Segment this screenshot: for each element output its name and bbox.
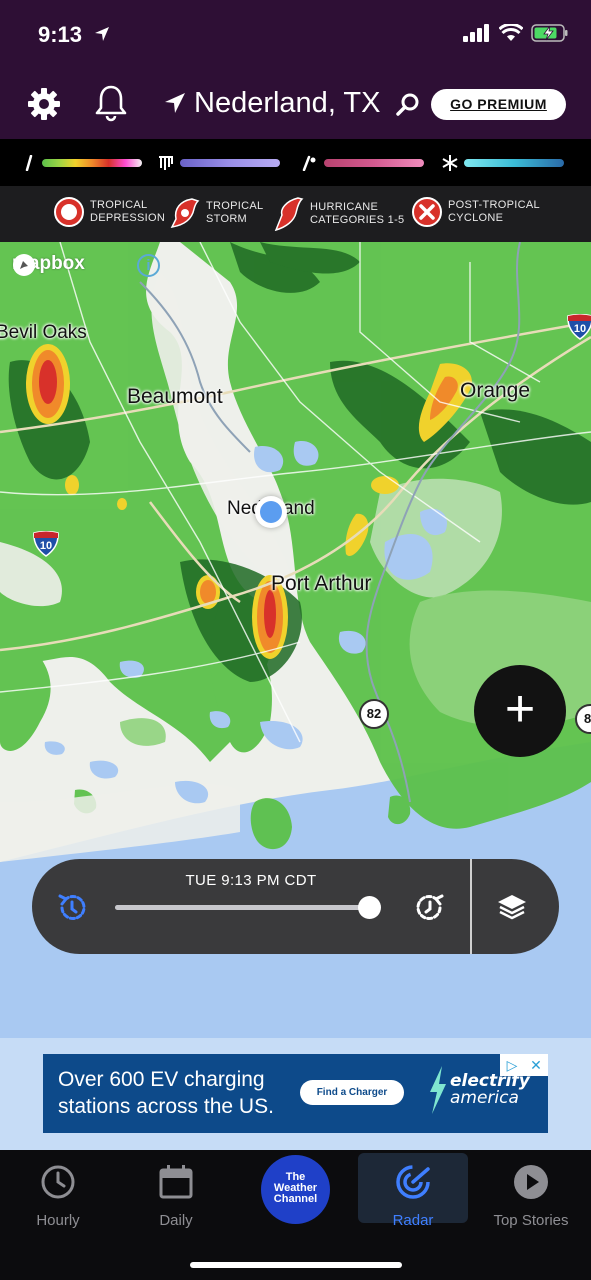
hurricane-icon	[274, 197, 304, 231]
snowflake-icon	[442, 155, 458, 171]
tab-label: Hourly	[36, 1212, 80, 1229]
hurricane-legend: HURRICANE CATEGORIES 1-5	[274, 197, 404, 231]
snow-legend	[442, 155, 564, 171]
interstate-shield-label: 10	[39, 540, 53, 552]
battery-charging-icon	[531, 24, 568, 42]
mapbox-logo-icon	[13, 254, 35, 276]
tropical-storm-legend: TROPICAL STORM	[170, 197, 263, 229]
tab-top-stories[interactable]: Top Stories	[476, 1162, 586, 1229]
ad-headline: Over 600 EV charging stations across the…	[58, 1066, 274, 1120]
map-layers-icon[interactable]	[496, 891, 528, 923]
home-indicator	[190, 1262, 402, 1268]
bottom-tab-bar: Hourly Daily The Weather Channel Radar T…	[0, 1150, 591, 1280]
timeline-time-label: TUE 9:13 PM CDT	[185, 872, 317, 889]
tropical-legend: TROPICAL DEPRESSION TROPICAL STORM HURRICA…	[0, 186, 591, 242]
clock-icon	[41, 1165, 75, 1199]
interstate-shield-label: 10	[573, 323, 587, 335]
radar-timeline-control: TUE 9:13 PM CDT	[32, 859, 559, 954]
city-label-port-arthur: Port Arthur	[271, 572, 372, 595]
go-premium-button[interactable]: GO PREMIUM	[431, 89, 566, 120]
mix-icon	[302, 155, 316, 171]
play-icon	[514, 1165, 548, 1199]
zoom-in-button[interactable]: +	[474, 665, 566, 757]
location-name[interactable]: Nederland, TX	[194, 87, 380, 120]
status-indicators	[463, 24, 569, 42]
logo-line: Channel	[273, 1193, 318, 1205]
legend-label: CATEGORIES 1-5	[310, 214, 405, 226]
signal-icon	[463, 24, 489, 42]
timeline-slider-thumb[interactable]	[358, 896, 382, 919]
tab-label: Radar	[392, 1212, 434, 1229]
mix-legend	[300, 155, 424, 171]
ad-brand-wordmark: electrify america	[450, 1073, 530, 1107]
tab-radar[interactable]: Radar	[358, 1153, 468, 1229]
tab-hourly[interactable]: Hourly	[3, 1162, 113, 1229]
mapbox-attribution[interactable]: mapbox	[12, 253, 85, 276]
ad-choices-icon[interactable]: ▷	[500, 1054, 524, 1076]
city-label-orange: Orange	[460, 379, 531, 402]
rain-icon	[25, 155, 33, 171]
legend-label: STORM	[206, 213, 248, 225]
status-time: 9:13	[38, 22, 83, 47]
current-location-marker	[255, 496, 287, 528]
notifications-bell-icon[interactable]	[94, 84, 128, 122]
tropical-storm-icon	[170, 198, 200, 228]
post-tropical-cyclone-icon	[412, 197, 442, 227]
interstate-shield-icon: 10	[32, 531, 60, 557]
ice-legend	[158, 156, 280, 170]
map-info-icon[interactable]: i	[137, 254, 160, 277]
lightning-bolt-icon	[430, 1066, 446, 1114]
post-tropical-legend: POST-TROPICAL CYCLONE	[412, 197, 540, 227]
tab-daily[interactable]: Daily	[121, 1162, 231, 1229]
ad-choices[interactable]: ▷ ✕	[500, 1054, 548, 1076]
ad-banner[interactable]: Over 600 EV charging stations across the…	[43, 1054, 548, 1133]
app-header: 9:13 Nederland, TX GO PREMIUM	[0, 0, 591, 139]
legend-label: DEPRESSION	[90, 212, 166, 224]
interstate-shield-icon: 10	[566, 314, 591, 340]
search-icon[interactable]	[396, 92, 420, 116]
legend-label: TROPICAL	[206, 200, 264, 212]
settings-gear-icon[interactable]	[26, 86, 62, 122]
tab-label: Top Stories	[493, 1212, 569, 1229]
past-radar-history-icon[interactable]	[56, 892, 88, 924]
ad-brand-line: america	[450, 1088, 519, 1108]
city-label-bevil-oaks: Bevil Oaks	[0, 322, 87, 343]
timeline-divider	[470, 859, 472, 954]
tropical-depression-icon	[54, 197, 84, 227]
future-radar-icon[interactable]	[414, 892, 446, 924]
location-services-icon	[95, 27, 109, 41]
precipitation-legend	[0, 139, 591, 186]
tab-label: Daily	[159, 1212, 193, 1229]
ice-icon	[159, 156, 173, 170]
tropical-depression-legend: TROPICAL DEPRESSION	[54, 197, 165, 227]
legend-label: TROPICAL	[90, 199, 148, 211]
radar-icon	[396, 1165, 430, 1199]
ad-line: Over 600 EV charging	[58, 1068, 265, 1091]
ad-close-icon[interactable]: ✕	[524, 1054, 548, 1076]
timeline-slider-track[interactable]	[115, 905, 380, 910]
ad-area: Over 600 EV charging stations across the…	[0, 1038, 591, 1150]
legend-label: HURRICANE	[310, 201, 379, 213]
weather-channel-logo[interactable]: The Weather Channel	[261, 1155, 330, 1224]
timeline-slider-fill	[115, 905, 370, 910]
rain-legend	[24, 155, 142, 171]
legend-label: POST-TROPICAL	[448, 199, 540, 211]
ad-line: stations across the US.	[58, 1095, 274, 1118]
legend-label: CYCLONE	[448, 212, 504, 224]
city-label-beaumont: Beaumont	[127, 385, 223, 408]
wifi-icon	[499, 24, 523, 41]
current-location-arrow-icon	[165, 93, 185, 113]
state-route-shield: 82	[359, 699, 389, 729]
calendar-icon	[159, 1165, 193, 1199]
ad-cta-button[interactable]: Find a Charger	[300, 1080, 404, 1105]
